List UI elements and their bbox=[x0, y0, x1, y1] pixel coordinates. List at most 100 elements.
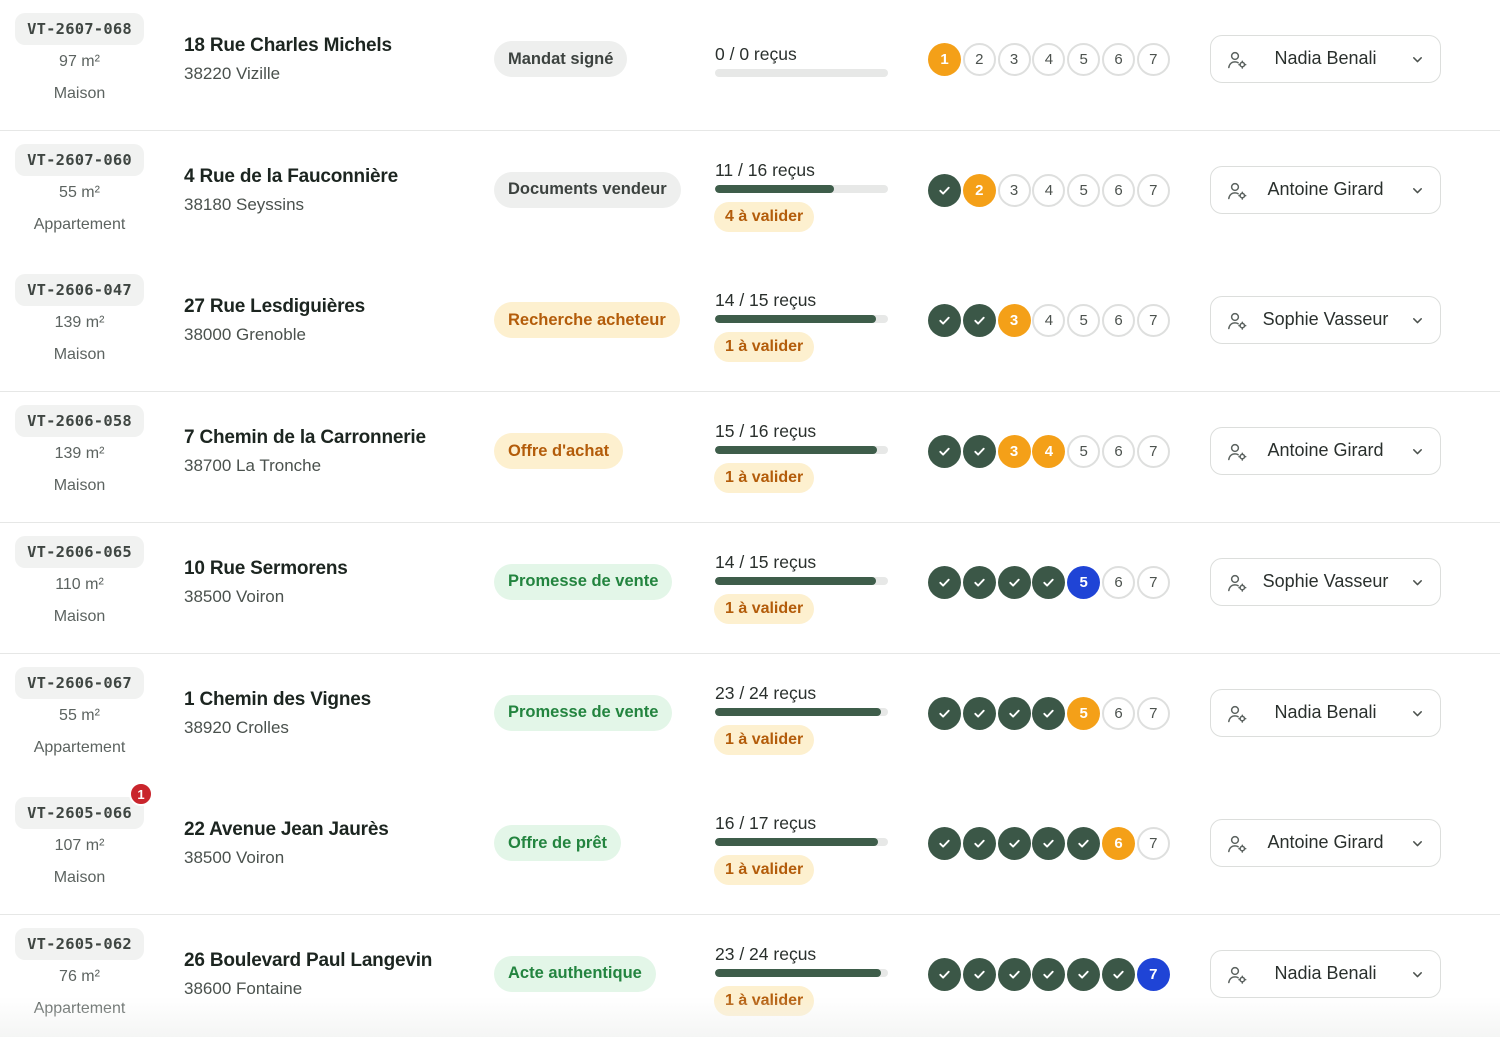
pending-validation-badge[interactable]: 1 à valider bbox=[714, 332, 815, 363]
step-pending-6[interactable]: 6 bbox=[1102, 565, 1135, 599]
step-done-3[interactable] bbox=[997, 565, 1031, 599]
step-pending-5[interactable]: 5 bbox=[1067, 304, 1101, 338]
assignee-select[interactable]: Sophie Vasseur bbox=[1210, 557, 1441, 606]
table-row[interactable]: VT-2605-066 1 107 m² Maison 22 Avenue Jean J… bbox=[0, 782, 1500, 916]
step-active-7[interactable]: 7 bbox=[1136, 957, 1170, 991]
step-current-3[interactable]: 3 bbox=[997, 304, 1031, 338]
property-address[interactable]: 1 Chemin des Vignes bbox=[184, 689, 371, 711]
step-done-2[interactable] bbox=[962, 304, 996, 338]
step-pending-4[interactable]: 4 bbox=[1032, 173, 1066, 207]
step-current-4[interactable]: 4 bbox=[1032, 435, 1066, 469]
step-done-6[interactable] bbox=[1102, 957, 1135, 991]
table-row[interactable]: VT-2607-060 55 m² Appartement 4 Rue de la F… bbox=[0, 130, 1500, 262]
documents-count: 11 / 16 reçus bbox=[715, 159, 815, 180]
pending-validation-badge[interactable]: 1 à valider bbox=[714, 985, 815, 1016]
step-pending-7[interactable]: 7 bbox=[1136, 565, 1170, 599]
step-done-2[interactable] bbox=[962, 827, 996, 861]
step-pending-5[interactable]: 5 bbox=[1067, 173, 1101, 207]
table-row[interactable]: VT-2606-065 110 m² Maison 10 Rue Sermorens 3… bbox=[0, 522, 1500, 654]
check-icon bbox=[972, 836, 987, 851]
reference-badge[interactable]: VT-2607-060 bbox=[15, 143, 144, 176]
step-done-4[interactable] bbox=[1032, 696, 1066, 730]
step-pending-6[interactable]: 6 bbox=[1102, 435, 1135, 469]
pending-validation-badge[interactable]: 4 à valider bbox=[714, 201, 815, 232]
step-done-3[interactable] bbox=[997, 696, 1031, 730]
step-pending-6[interactable]: 6 bbox=[1102, 696, 1135, 730]
step-done-2[interactable] bbox=[962, 957, 996, 991]
step-pending-6[interactable]: 6 bbox=[1102, 173, 1135, 207]
step-current-3[interactable]: 3 bbox=[997, 435, 1031, 469]
step-pending-7[interactable]: 7 bbox=[1136, 696, 1170, 730]
step-pending-5[interactable]: 5 bbox=[1067, 435, 1101, 469]
step-current-5[interactable]: 5 bbox=[1067, 696, 1101, 730]
step-pending-4[interactable]: 4 bbox=[1032, 43, 1066, 76]
step-active-5[interactable]: 5 bbox=[1067, 565, 1101, 599]
reference-badge[interactable]: VT-2605-066 bbox=[15, 797, 144, 830]
reference-badge[interactable]: VT-2605-062 bbox=[15, 927, 144, 960]
property-address[interactable]: 26 Boulevard Paul Langevin bbox=[184, 950, 432, 972]
step-done-1[interactable] bbox=[928, 565, 961, 599]
property-address[interactable]: 10 Rue Sermorens bbox=[184, 558, 348, 580]
step-done-1[interactable] bbox=[928, 827, 961, 861]
reference-badge[interactable]: VT-2606-047 bbox=[15, 274, 144, 307]
step-done-1[interactable] bbox=[928, 696, 961, 730]
property-address[interactable]: 4 Rue de la Fauconnière bbox=[184, 166, 398, 188]
pending-validation-badge[interactable]: 1 à valider bbox=[714, 724, 815, 755]
assignee-select[interactable]: Antoine Girard bbox=[1210, 427, 1441, 476]
step-done-1[interactable] bbox=[928, 957, 961, 991]
step-pending-6[interactable]: 6 bbox=[1102, 304, 1135, 338]
reference-badge[interactable]: VT-2606-065 bbox=[15, 535, 144, 568]
check-icon bbox=[972, 575, 987, 590]
step-done-4[interactable] bbox=[1032, 565, 1066, 599]
step-done-2[interactable] bbox=[962, 696, 996, 730]
step-done-1[interactable] bbox=[928, 435, 961, 469]
pending-validation-badge[interactable]: 1 à valider bbox=[714, 463, 815, 494]
step-done-5[interactable] bbox=[1067, 827, 1101, 861]
step-done-3[interactable] bbox=[997, 957, 1031, 991]
pending-validation-badge[interactable]: 1 à valider bbox=[714, 855, 815, 886]
reference-badge[interactable]: VT-2607-068 bbox=[15, 13, 144, 45]
step-current-1[interactable]: 1 bbox=[928, 43, 961, 76]
table-row[interactable]: VT-2607-068 97 m² Maison 18 Rue Charles Mic… bbox=[0, 0, 1500, 131]
step-pending-3[interactable]: 3 bbox=[997, 173, 1031, 207]
step-pending-7[interactable]: 7 bbox=[1136, 435, 1170, 469]
workflow-steps: 1234567 bbox=[928, 43, 1173, 77]
step-done-2[interactable] bbox=[962, 565, 996, 599]
step-done-1[interactable] bbox=[928, 304, 961, 338]
table-row[interactable]: VT-2606-058 139 m² Maison 7 Chemin de la Ca… bbox=[0, 392, 1500, 524]
assignee-select[interactable]: Sophie Vasseur bbox=[1210, 296, 1441, 345]
assignee-select[interactable]: Nadia Benali bbox=[1210, 35, 1441, 83]
step-current-6[interactable]: 6 bbox=[1102, 827, 1135, 861]
step-done-4[interactable] bbox=[1032, 827, 1066, 861]
step-pending-7[interactable]: 7 bbox=[1136, 43, 1170, 76]
property-type: Maison bbox=[53, 869, 106, 887]
assignee-select[interactable]: Antoine Girard bbox=[1210, 819, 1441, 868]
step-done-5[interactable] bbox=[1067, 957, 1101, 991]
reference-badge[interactable]: VT-2606-067 bbox=[15, 666, 144, 699]
property-address[interactable]: 7 Chemin de la Carronnerie bbox=[184, 427, 426, 449]
step-done-4[interactable] bbox=[1032, 957, 1066, 991]
step-pending-7[interactable]: 7 bbox=[1136, 173, 1170, 207]
property-address[interactable]: 22 Avenue Jean Jaurès bbox=[184, 819, 389, 841]
step-pending-7[interactable]: 7 bbox=[1136, 827, 1170, 861]
step-pending-4[interactable]: 4 bbox=[1032, 304, 1066, 338]
reference-badge[interactable]: VT-2606-058 bbox=[15, 405, 144, 438]
step-done-1[interactable] bbox=[928, 173, 961, 207]
step-current-2[interactable]: 2 bbox=[962, 173, 996, 207]
step-pending-6[interactable]: 6 bbox=[1102, 43, 1135, 76]
step-pending-2[interactable]: 2 bbox=[962, 43, 996, 76]
step-pending-5[interactable]: 5 bbox=[1067, 43, 1101, 76]
step-done-3[interactable] bbox=[997, 827, 1031, 861]
property-address[interactable]: 18 Rue Charles Michels bbox=[184, 35, 392, 57]
table-row[interactable]: VT-2606-067 55 m² Appartement 1 Chemin des … bbox=[0, 653, 1500, 785]
property-address[interactable]: 27 Rue Lesdiguières bbox=[184, 296, 365, 318]
assignee-select[interactable]: Nadia Benali bbox=[1210, 688, 1441, 737]
assignee-select[interactable]: Nadia Benali bbox=[1210, 949, 1441, 998]
pending-validation-badge[interactable]: 1 à valider bbox=[714, 593, 815, 624]
table-row[interactable]: VT-2606-047 139 m² Maison 27 Rue Lesdiguièr… bbox=[0, 261, 1500, 393]
step-pending-3[interactable]: 3 bbox=[997, 43, 1031, 76]
assignee-select[interactable]: Antoine Girard bbox=[1210, 165, 1441, 214]
table-row[interactable]: VT-2605-062 76 m² Appartement 26 Boulevard … bbox=[0, 914, 1500, 1037]
step-done-2[interactable] bbox=[962, 435, 996, 469]
step-pending-7[interactable]: 7 bbox=[1136, 304, 1170, 338]
